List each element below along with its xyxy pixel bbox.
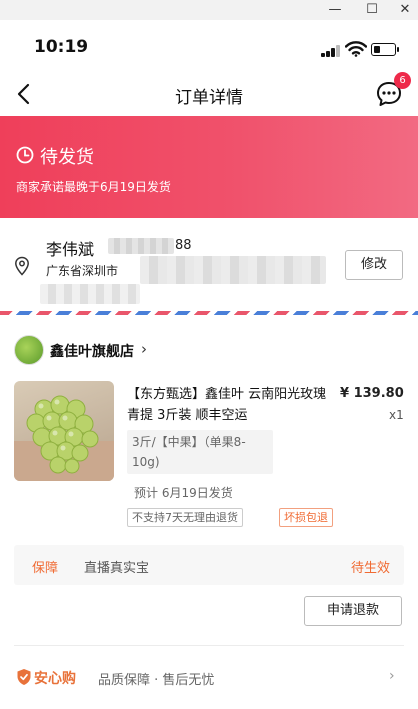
ship-estimate: 预计 6月19日发货 [134,486,233,500]
close-button[interactable]: ✕ [396,1,414,19]
edit-address-button[interactable]: 修改 [345,250,403,280]
maximize-button[interactable]: ☐ [363,1,381,19]
product-spec: 3斤/【中果】（单果8-10g) [127,430,273,474]
window-titlebar: — ☐ ✕ [0,0,418,20]
status-time: 10:19 [34,37,89,57]
battery-icon [371,43,399,56]
airmail-divider [0,311,418,315]
chevron-right-icon: › [389,668,395,684]
chevron-right-icon: › [141,340,147,358]
shipping-address: 李伟斌 88 广东省深圳市 修改 [0,218,418,311]
request-refund-button[interactable]: 申请退款 [304,596,402,626]
address-region: 广东省深圳市 [46,264,119,278]
phone-tail: 88 [175,238,192,253]
grapes-image [14,395,114,481]
redacted-phone [108,238,174,254]
clock-icon [16,146,34,164]
safe-buy-desc: 品质保障 · 售后无忧 [98,673,215,688]
safe-buy-brand: 安心购 [34,671,76,687]
shield-icon [17,669,31,685]
product-image[interactable] [14,381,114,481]
guarantee-status: 待生效 [350,561,390,576]
divider [14,645,404,646]
guarantee-row[interactable]: 保障 直播真实宝 待生效 [14,545,404,585]
order-state: 待发货 [40,147,94,168]
guarantee-label: 保障 [32,561,59,576]
page-title: 订单详情 [175,88,243,108]
safe-buy-row[interactable]: 安心购 品质保障 · 售后无忧 › [0,660,418,694]
shop-name[interactable]: 鑫佳叶旗舰店 [50,341,134,361]
nav-bar: 订单详情 6 [0,72,418,116]
product-price: ¥ 139.80 [340,386,404,401]
battery-level [373,45,381,53]
recipient-name: 李伟斌 [46,240,95,259]
redacted-address-line2 [40,284,140,304]
order-status-banner: 待发货 商家承诺最晚于6月19日发货 [0,116,418,218]
tag-damage-refund: 坏损包退 [279,508,333,527]
guarantee-text: 直播真实宝 [84,561,150,576]
minimize-button[interactable]: — [326,1,344,19]
chat-badge: 6 [394,72,411,89]
location-pin-icon [15,256,29,276]
redacted-address [140,256,326,284]
signal-icon [321,44,343,57]
shop-logo [14,335,44,365]
tag-no-return: 不支持7天无理由退货 [127,508,243,527]
product-title[interactable]: 【东方甄选】鑫佳叶 云南阳光玫瑰青提 3斤装 顺丰空运 [127,384,327,426]
status-bar: 10:19 [0,20,418,72]
wifi-icon [345,41,367,57]
ship-promise: 商家承诺最晚于6月19日发货 [16,180,171,194]
product-quantity: x1 [389,408,404,422]
